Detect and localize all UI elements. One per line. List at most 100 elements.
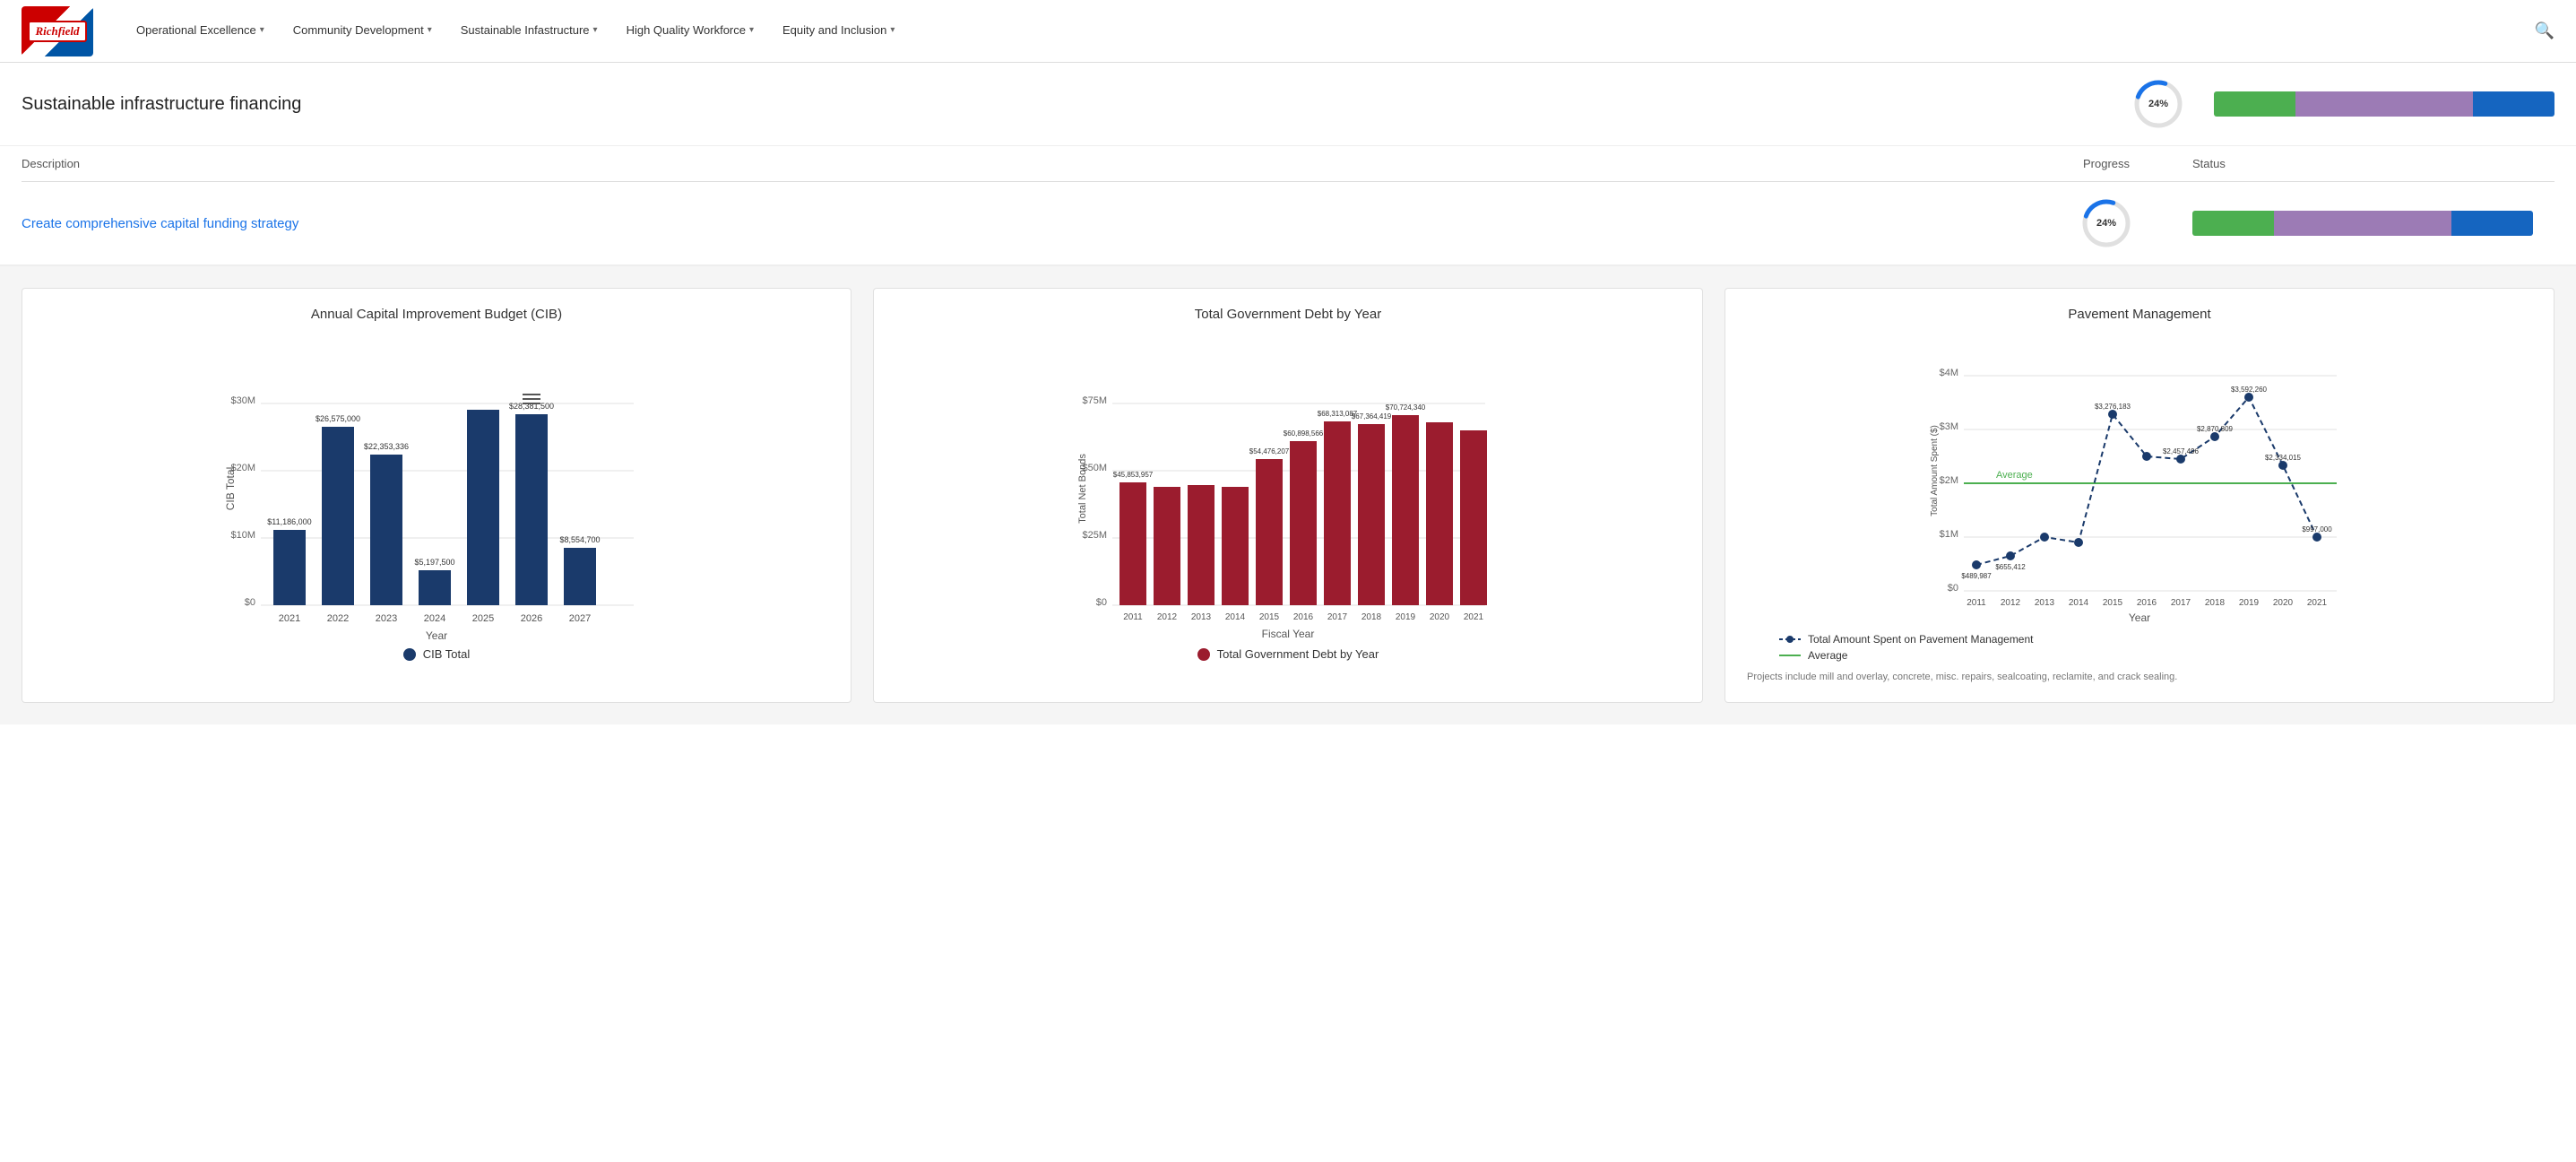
svg-text:Total Amount Spent ($): Total Amount Spent ($): [1930, 425, 1940, 516]
svg-text:2024: 2024: [424, 613, 445, 624]
charts-row: Annual Capital Improvement Budget (CIB) …: [0, 266, 2576, 724]
debt-bar-2014: [1222, 487, 1249, 605]
chevron-down-icon: ▾: [260, 25, 264, 35]
svg-text:$75M: $75M: [1082, 395, 1107, 406]
cib-bar-2021: [273, 530, 306, 605]
svg-text:$8,554,700: $8,554,700: [559, 535, 600, 544]
logo[interactable]: Richfield: [22, 6, 93, 56]
svg-text:2011: 2011: [1967, 598, 1986, 608]
cib-bar-2026: [515, 414, 548, 605]
status-bar-purple: [2295, 91, 2473, 117]
cib-bar-2022: [322, 427, 354, 605]
table-section: Description Progress Status Create compr…: [0, 146, 2576, 266]
debt-chart-card: Total Government Debt by Year $0 $25M $5…: [873, 288, 1703, 703]
svg-text:2023: 2023: [376, 613, 397, 624]
section-title: Sustainable infrastructure financing: [22, 94, 2131, 115]
svg-text:$2M: $2M: [1940, 475, 1958, 486]
svg-text:Year: Year: [2129, 611, 2150, 623]
pavement-note: Projects include mill and overlay, concr…: [1743, 671, 2536, 684]
pavement-dot-2017: [2176, 455, 2185, 464]
svg-text:$26,575,000: $26,575,000: [316, 414, 360, 423]
svg-text:Total Net Bonds: Total Net Bonds: [1077, 454, 1088, 524]
main-nav: Richfield Operational Excellence ▾ Commu…: [0, 0, 2576, 63]
cib-chart-card: Annual Capital Improvement Budget (CIB) …: [22, 288, 851, 703]
funding-strategy-link[interactable]: Create comprehensive capital funding str…: [22, 216, 298, 231]
chevron-down-icon: ▾: [428, 25, 432, 35]
svg-text:2021: 2021: [2307, 598, 2328, 608]
svg-text:2025: 2025: [472, 613, 494, 624]
svg-text:$655,412: $655,412: [1995, 563, 2026, 571]
svg-text:$489,987: $489,987: [1961, 572, 1992, 580]
pavement-dot-2015: [2108, 410, 2117, 419]
cib-bar-2027: [564, 548, 596, 605]
svg-text:2014: 2014: [2069, 598, 2089, 608]
pavement-dot-2013: [2040, 533, 2049, 542]
pavement-dot-2012: [2006, 551, 2015, 560]
col-header-description: Description: [22, 157, 2035, 170]
pavement-chart-card: Pavement Management $0 $1M $2M $3M $4M A…: [1725, 288, 2554, 703]
pavement-chart-title: Pavement Management: [1743, 307, 2536, 322]
svg-text:2019: 2019: [1396, 612, 1416, 622]
svg-text:2014: 2014: [1225, 612, 1246, 622]
row-status-bar: [2192, 211, 2533, 236]
debt-bar-2016: [1290, 441, 1317, 605]
ring-label: 24%: [2148, 99, 2168, 109]
search-icon[interactable]: 🔍: [2535, 22, 2554, 40]
pavement-legend-line: Total Amount Spent on Pavement Managemen…: [1779, 633, 2536, 646]
svg-text:$60,898,566: $60,898,566: [1284, 429, 1324, 438]
debt-legend-dot: [1197, 648, 1210, 661]
header-progress-ring: 24%: [2131, 77, 2185, 131]
table-header: Description Progress Status: [22, 146, 2554, 182]
nav-sustainable-infrastructure[interactable]: Sustainable Infastructure ▾: [446, 0, 612, 63]
svg-text:2018: 2018: [1361, 612, 1382, 622]
row-status-bar-blue: [2451, 211, 2533, 236]
svg-text:$22,353,336: $22,353,336: [364, 442, 409, 451]
svg-text:Fiscal Year: Fiscal Year: [1262, 628, 1315, 640]
row-progress: 24%: [2035, 196, 2178, 250]
svg-text:$1M: $1M: [1940, 529, 1958, 540]
svg-text:2021: 2021: [279, 613, 300, 624]
svg-text:$45,853,957: $45,853,957: [1113, 471, 1154, 479]
col-header-progress: Progress: [2035, 157, 2178, 170]
cib-bar-2023: [370, 455, 402, 605]
svg-text:$0: $0: [245, 597, 255, 608]
debt-bar-2021: [1460, 430, 1487, 605]
chevron-down-icon: ▾: [890, 25, 895, 35]
status-bar-green: [2214, 91, 2295, 117]
pavement-chart-svg: $0 $1M $2M $3M $4M Average: [1743, 336, 2536, 623]
svg-text:Average: Average: [1996, 470, 2033, 481]
chevron-down-icon: ▾: [749, 25, 754, 35]
pavement-legend: Total Amount Spent on Pavement Managemen…: [1743, 633, 2536, 662]
svg-text:2021: 2021: [1464, 612, 1484, 622]
pavement-dot-2021: [2312, 533, 2321, 542]
debt-legend: Total Government Debt by Year: [892, 647, 1684, 661]
debt-bar-2011: [1119, 482, 1146, 605]
cib-legend-label: CIB Total: [423, 647, 471, 661]
nav-high-quality-workforce[interactable]: High Quality Workforce ▾: [612, 0, 768, 63]
debt-bar-2019: [1392, 415, 1419, 605]
svg-text:2026: 2026: [521, 613, 542, 624]
nav-equity-inclusion[interactable]: Equity and Inclusion ▾: [768, 0, 909, 63]
cib-chart-svg: $0 $10M $20M $30M $11,186,000 $26,575,00…: [40, 336, 833, 641]
pavement-legend-avg-label: Average: [1808, 649, 1847, 662]
pavement-dot-2011: [1972, 560, 1981, 569]
debt-bar-2015: [1256, 459, 1283, 605]
svg-text:2019: 2019: [2239, 598, 2260, 608]
svg-text:$5,197,500: $5,197,500: [414, 558, 454, 567]
svg-text:2016: 2016: [1293, 612, 1314, 622]
row-status-bar-green: [2192, 211, 2274, 236]
cib-chart-title: Annual Capital Improvement Budget (CIB): [40, 307, 833, 322]
nav-community-development[interactable]: Community Development ▾: [279, 0, 446, 63]
nav-operational-excellence[interactable]: Operational Excellence ▾: [122, 0, 279, 63]
debt-bar-2013: [1188, 485, 1215, 605]
chevron-down-icon: ▾: [593, 25, 598, 35]
svg-text:$2,334,015: $2,334,015: [2265, 454, 2302, 462]
svg-text:2020: 2020: [2273, 598, 2294, 608]
svg-text:$0: $0: [1948, 583, 1958, 594]
cib-bar-2025: [467, 410, 499, 605]
svg-text:$10M: $10M: [230, 530, 255, 541]
svg-text:$3,276,183: $3,276,183: [2095, 403, 2131, 411]
pavement-legend-avg: Average: [1779, 649, 2536, 662]
svg-text:$997,000: $997,000: [2302, 525, 2332, 533]
debt-bar-2018: [1358, 424, 1385, 605]
